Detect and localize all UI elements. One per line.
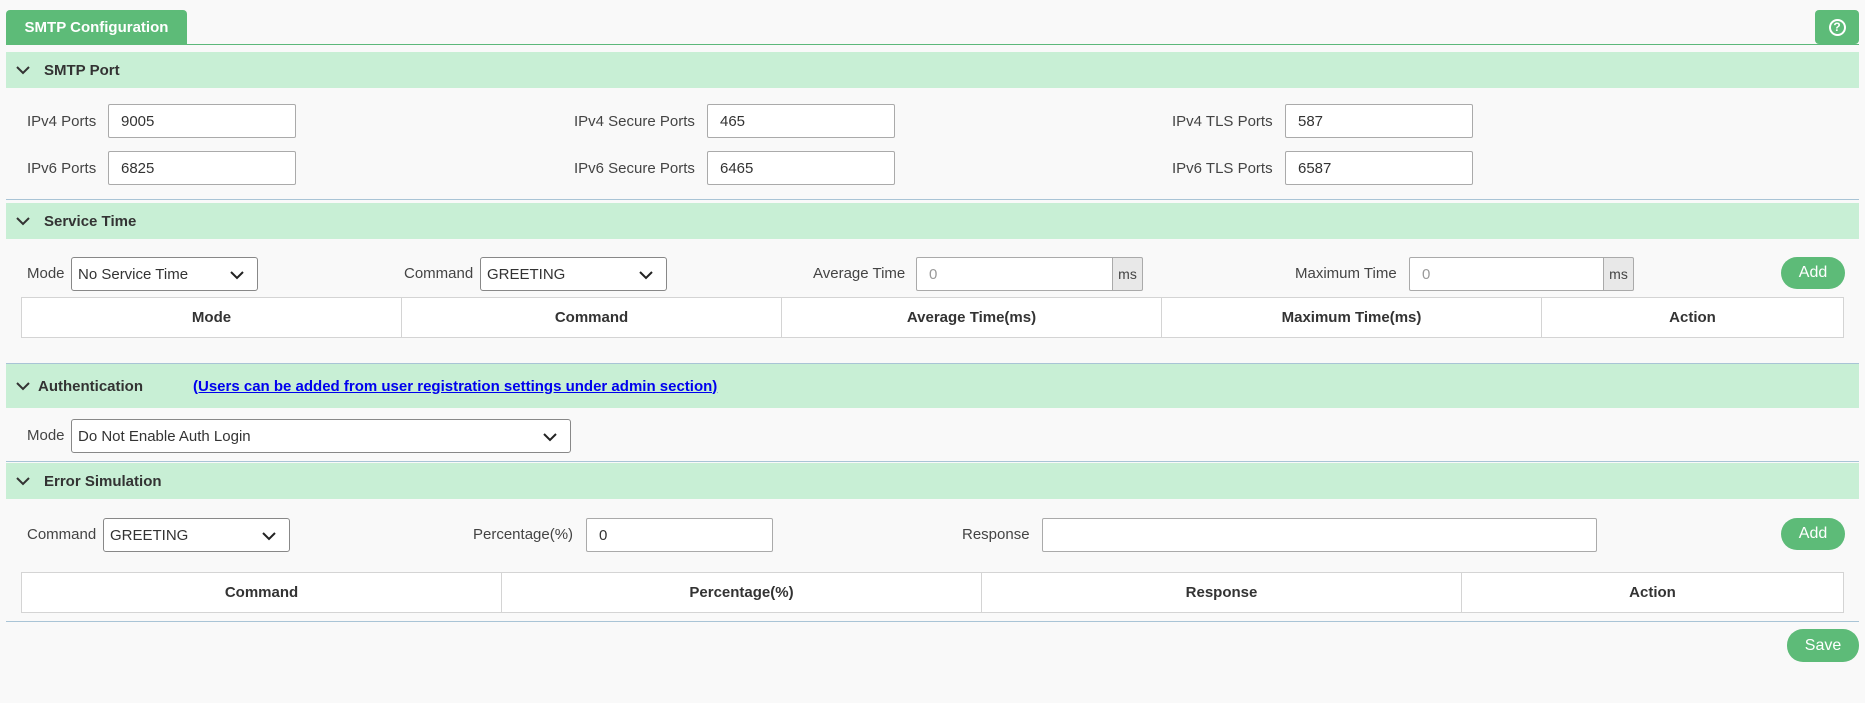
service-command-label: Command — [404, 265, 474, 282]
help-button[interactable]: ? — [1815, 10, 1859, 44]
section-header-error-simulation[interactable]: Error Simulation — [6, 463, 1859, 499]
section-title: Error Simulation — [44, 472, 162, 490]
service-command-value: GREETING — [487, 265, 566, 283]
ipv4-tls-ports-input[interactable]: 587 — [1285, 104, 1473, 138]
table-header-row: Command Percentage(%) Response Action — [21, 572, 1844, 613]
ipv6-ports-input[interactable]: 6825 — [108, 151, 296, 185]
section-title: Authentication — [38, 377, 143, 395]
average-time-label: Average Time — [813, 265, 906, 282]
service-time-add-button[interactable]: Add — [1781, 257, 1845, 289]
save-button[interactable]: Save — [1787, 629, 1859, 662]
chevron-down-icon — [262, 532, 276, 541]
chevron-down-icon — [16, 477, 30, 486]
ipv6-tls-ports-label: IPv6 TLS Ports — [1172, 160, 1273, 177]
column-header[interactable]: Command — [401, 297, 782, 338]
chevron-down-icon — [543, 433, 557, 442]
divider — [6, 199, 1859, 200]
chevron-down-icon — [639, 271, 653, 280]
ipv4-secure-ports-label: IPv4 Secure Ports — [574, 113, 695, 130]
maximum-time-label: Maximum Time — [1295, 265, 1397, 282]
column-header[interactable]: Average Time(ms) — [781, 297, 1162, 338]
user-registration-link[interactable]: (Users can be added from user registrati… — [193, 378, 717, 395]
column-header[interactable]: Percentage(%) — [501, 572, 982, 613]
error-simulation-add-button[interactable]: Add — [1781, 518, 1845, 550]
error-command-select[interactable]: GREETING — [103, 518, 290, 552]
average-time-input[interactable]: 0 — [916, 257, 1113, 291]
auth-mode-label: Mode — [27, 427, 65, 444]
divider — [6, 461, 1859, 462]
error-simulation-table: Command Percentage(%) Response Action — [21, 572, 1844, 613]
column-header[interactable]: Maximum Time(ms) — [1161, 297, 1542, 338]
section-header-authentication[interactable]: Authentication (Users can be added from … — [6, 364, 1859, 408]
chevron-down-icon — [16, 217, 30, 226]
column-header[interactable]: Response — [981, 572, 1462, 613]
service-mode-select[interactable]: No Service Time — [71, 257, 258, 291]
column-header[interactable]: Mode — [21, 297, 402, 338]
section-title: SMTP Port — [44, 61, 120, 79]
service-time-table: Mode Command Average Time(ms) Maximum Ti… — [21, 297, 1844, 338]
ipv6-ports-label: IPv6 Ports — [27, 160, 97, 177]
column-header[interactable]: Action — [1541, 297, 1844, 338]
tab-bar: SMTP Configuration ? — [6, 10, 1859, 45]
error-response-label: Response — [962, 526, 1030, 543]
maximum-time-unit: ms — [1603, 257, 1634, 291]
service-mode-label: Mode — [27, 265, 65, 282]
error-command-label: Command — [27, 526, 97, 543]
service-command-select[interactable]: GREETING — [480, 257, 667, 291]
ipv6-secure-ports-label: IPv6 Secure Ports — [574, 160, 695, 177]
ipv6-tls-ports-input[interactable]: 6587 — [1285, 151, 1473, 185]
error-percentage-label: Percentage(%) — [473, 526, 574, 543]
table-header-row: Mode Command Average Time(ms) Maximum Ti… — [21, 297, 1844, 338]
error-percentage-input[interactable]: 0 — [586, 518, 773, 552]
ipv4-ports-label: IPv4 Ports — [27, 113, 97, 130]
ipv4-tls-ports-label: IPv4 TLS Ports — [1172, 113, 1273, 130]
auth-mode-select[interactable]: Do Not Enable Auth Login — [71, 419, 571, 453]
tab-smtp-configuration[interactable]: SMTP Configuration — [6, 10, 187, 45]
error-response-input[interactable] — [1042, 518, 1597, 552]
column-header[interactable]: Action — [1461, 572, 1844, 613]
ipv6-secure-ports-input[interactable]: 6465 — [707, 151, 895, 185]
section-header-smtp-port[interactable]: SMTP Port — [6, 52, 1859, 88]
chevron-down-icon — [16, 66, 30, 75]
section-header-service-time[interactable]: Service Time — [6, 203, 1859, 239]
section-title: Service Time — [44, 212, 137, 230]
chevron-down-icon — [230, 271, 244, 280]
chevron-down-icon — [16, 382, 30, 391]
help-icon: ? — [1828, 18, 1846, 36]
error-command-value: GREETING — [110, 526, 189, 544]
column-header[interactable]: Command — [21, 572, 502, 613]
divider — [6, 621, 1859, 622]
ipv4-secure-ports-input[interactable]: 465 — [707, 104, 895, 138]
average-time-unit: ms — [1112, 257, 1143, 291]
service-mode-value: No Service Time — [78, 265, 189, 283]
auth-mode-value: Do Not Enable Auth Login — [78, 427, 251, 445]
maximum-time-input[interactable]: 0 — [1409, 257, 1604, 291]
ipv4-ports-input[interactable]: 9005 — [108, 104, 296, 138]
